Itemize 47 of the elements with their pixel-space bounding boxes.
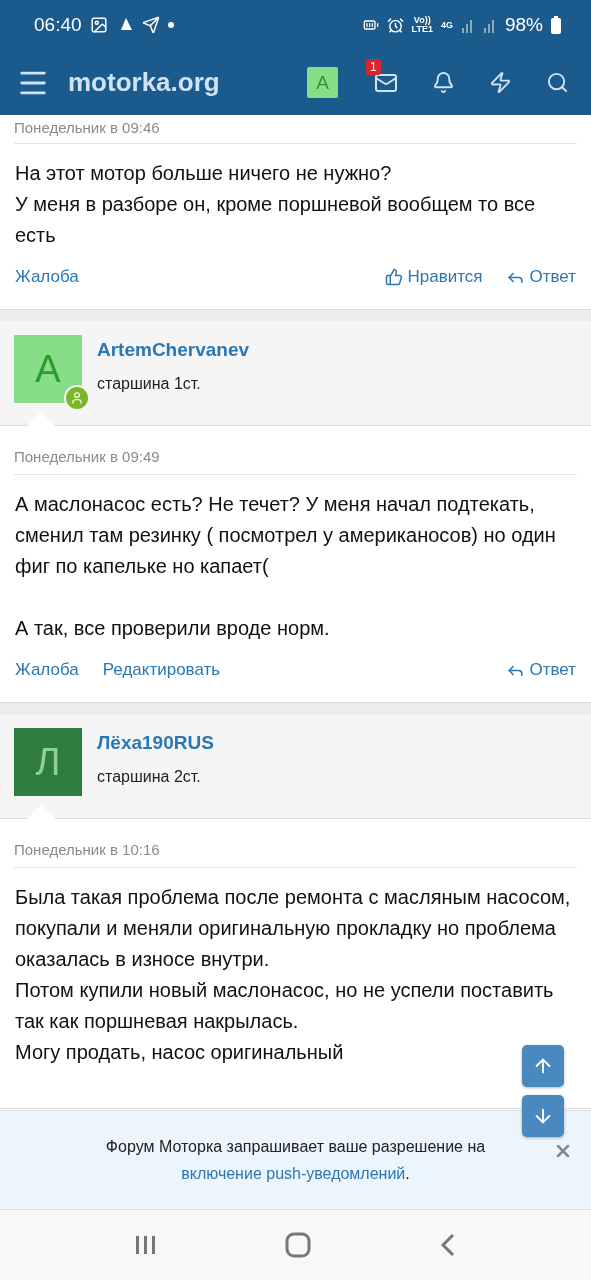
home-button[interactable]: [285, 1232, 312, 1258]
post-text: У меня в разборе он, кроме поршневой вообщем то все есть: [15, 192, 537, 248]
author-name[interactable]: Лёха190RUS: [97, 732, 214, 754]
report-link[interactable]: Жалоба: [15, 660, 79, 680]
like-link[interactable]: Нравится: [385, 267, 483, 287]
send-icon: [141, 16, 160, 34]
author-rank: старшина 2ст.: [97, 768, 202, 786]
post-text: А маслонасос есть? Не течет? У меня начал подтекать, сменил там резинку ( посмотрел у американосов) но один фиг по капельке но капает(: [15, 492, 557, 579]
reply-link[interactable]: Ответ: [506, 660, 576, 680]
signal-icon: [482, 17, 497, 33]
battery-saver-icon: [362, 17, 379, 33]
battery-icon: [551, 16, 561, 34]
author-name[interactable]: ArtemChervanev: [97, 339, 250, 361]
search-icon: [546, 71, 569, 94]
signal-icon: [460, 17, 475, 33]
post-text: Потом купили новый маслонасос, но не успели поставить так как поршневая накрылась.: [15, 978, 555, 1034]
report-link[interactable]: Жалоба: [15, 267, 79, 287]
volte-label: Vo)): [413, 16, 431, 25]
post-date[interactable]: Понедельник в 09:49: [14, 448, 160, 465]
push-enable-link[interactable]: включение push-уведомлений: [181, 1165, 406, 1182]
user-avatar[interactable]: Л: [14, 728, 82, 796]
lte-label: LTE1: [411, 25, 433, 34]
post-text: Была такая проблема после ремонта с масляным насосом, покупали и меняли оригинальную прокладку но проблема оказалась в износе внутри.: [15, 885, 572, 972]
reply-link[interactable]: Ответ: [506, 267, 576, 287]
lightning-icon: [489, 71, 512, 94]
post-date[interactable]: Понедельник в 09:46: [14, 119, 160, 136]
thumbs-up-icon: [385, 268, 404, 286]
unread-badge: 1: [366, 58, 381, 75]
post-text: А так, все проверили вроде норм.: [15, 616, 330, 641]
battery-level: 98%: [504, 14, 543, 36]
post-date[interactable]: Понедельник в 10:16: [14, 841, 160, 858]
alarm-icon: [386, 16, 404, 34]
dot-icon: [167, 22, 174, 28]
scroll-down-button[interactable]: [522, 1095, 564, 1137]
author-rank: старшина 1ст.: [97, 375, 202, 393]
image-icon: [89, 16, 108, 34]
edit-link[interactable]: Редактировать: [102, 660, 221, 680]
clock-time: 06:40: [34, 14, 82, 36]
bell-icon: [432, 71, 455, 94]
post-text: На этот мотор больше ничего не нужно?: [15, 161, 392, 186]
scroll-up-button[interactable]: [522, 1045, 564, 1087]
site-logo[interactable]: motorka.org: [68, 67, 220, 98]
inbox-button[interactable]: 1: [366, 58, 406, 95]
recent-apps-button[interactable]: [133, 1234, 158, 1256]
push-notice-text: Форум Моторка запрашивает ваше разрешение на включение push-уведомлений.: [104, 1137, 487, 1184]
network-label: 4G: [440, 20, 453, 30]
post-text: Могу продать, насос оригинальный: [15, 1040, 344, 1065]
